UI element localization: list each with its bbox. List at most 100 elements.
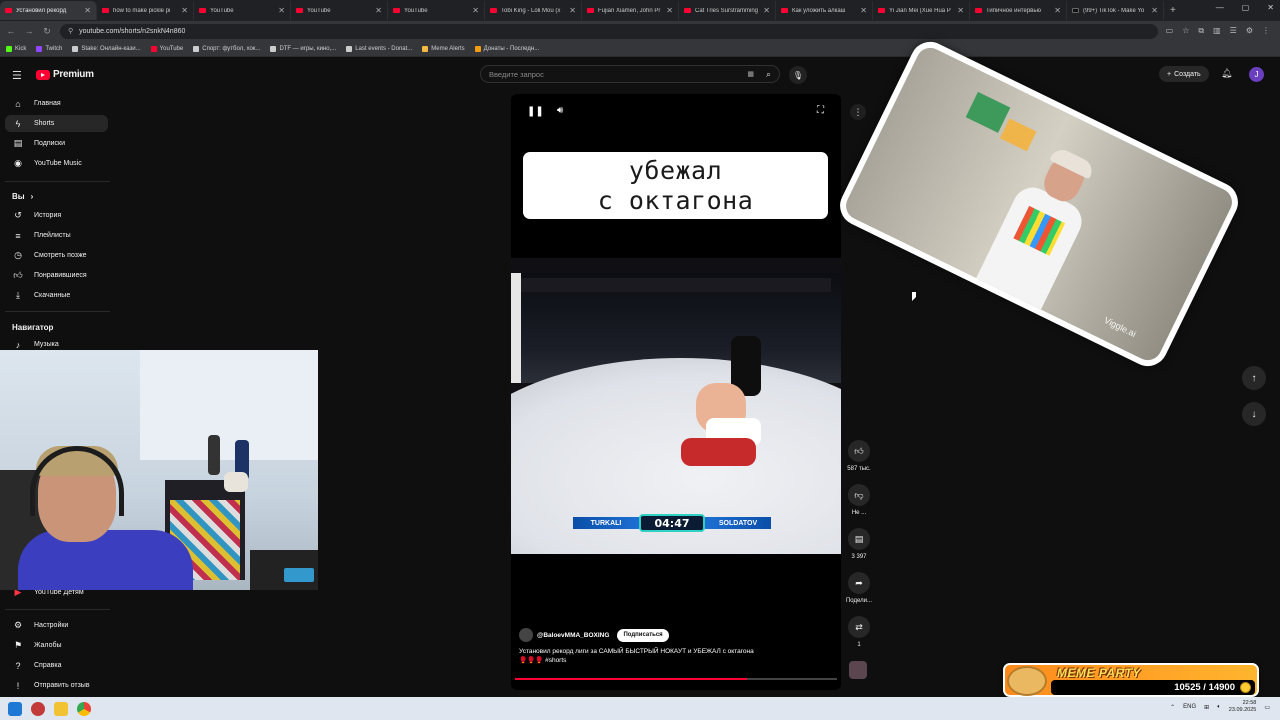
subscribe-button[interactable]: Подписаться <box>617 628 669 642</box>
bookmark-item[interactable]: Meme Alerts <box>422 45 465 52</box>
remix-button[interactable]: ⇄ 1 <box>840 616 878 648</box>
clock[interactable]: 22:58 23.09.2025 <box>1229 700 1257 714</box>
site-info-icon[interactable]: ⚲ <box>68 27 73 35</box>
sidebar-item-subscriptions[interactable]: ▤ Подписки <box>5 135 108 152</box>
extensions-icon[interactable]: ⧉ <box>1198 26 1204 36</box>
sidebar-item-youtube-music[interactable]: ◉ YouTube Music <box>5 155 108 172</box>
voice-search-icon[interactable]: 🎙 <box>789 66 807 84</box>
bookmark-item[interactable]: Спорт: футбол, хок... <box>193 45 260 52</box>
channel-name[interactable]: @BalоevMMA_BOXING <box>537 632 609 639</box>
bookmark-item[interactable]: Stake: Онлайн-кази... <box>72 45 141 52</box>
back-icon[interactable]: ← <box>6 26 16 36</box>
volume-tray-icon[interactable]: 🔈︎ <box>1217 704 1221 711</box>
browser-tab[interactable]: (99+) TikTok - Make Yo ✕ <box>1067 1 1164 20</box>
network-icon[interactable]: ⊞ <box>1204 704 1209 711</box>
shorts-player[interactable]: ❚❚ 🔊︎ ⛶ убежал с октагона TURKALI 04:47 … <box>511 94 841 690</box>
browser-tab[interactable]: Yi Jian Mei (Xue Hua P ✕ <box>873 1 970 20</box>
browser-tab[interactable]: YouTube ✕ <box>388 1 485 20</box>
search-box[interactable]: Введите запрос ▦ ⌕ <box>480 65 780 83</box>
account-avatar[interactable]: J <box>1249 67 1264 82</box>
sidebar-item-feedback[interactable]: ! Отправить отзыв <box>5 677 108 694</box>
sidebar-item-shorts[interactable]: ϟ Shorts <box>5 115 108 132</box>
language-indicator[interactable]: ENG <box>1183 704 1196 710</box>
reload-icon[interactable]: ↻ <box>42 26 52 37</box>
more-options-icon[interactable]: ⋮ <box>850 104 866 120</box>
video-title[interactable]: Установил рекорд лиги за САМЫЙ БЫСТРЫЙ Н… <box>519 647 759 665</box>
tray-chevron-icon[interactable]: ⌃ <box>1170 704 1175 711</box>
search-icon[interactable]: ⌕ <box>766 69 771 80</box>
browser-tab[interactable]: Типичное интервью ✕ <box>970 1 1067 20</box>
create-button[interactable]: + Создать <box>1159 66 1209 82</box>
comments-button[interactable]: ▤ 3 397 <box>840 528 878 560</box>
sidebar-item-settings[interactable]: ⚙ Настройки <box>5 617 108 634</box>
close-window-button[interactable]: ✕ <box>1267 3 1274 12</box>
browser-tab[interactable]: Fujian Xiamen, John Pr ✕ <box>582 1 679 20</box>
close-tab-icon[interactable]: ✕ <box>84 6 91 15</box>
close-tab-icon[interactable]: ✕ <box>860 6 867 15</box>
notification-center-icon[interactable]: ▭ <box>1264 704 1270 711</box>
close-tab-icon[interactable]: ✕ <box>569 6 576 15</box>
you-section-heading[interactable]: Вы › <box>12 192 33 201</box>
sidepanel-icon[interactable]: ▥ <box>1213 26 1221 36</box>
close-tab-icon[interactable]: ✕ <box>181 6 188 15</box>
guide-menu-icon[interactable]: ☰ <box>12 69 22 82</box>
sound-thumbnail[interactable] <box>849 661 867 679</box>
close-tab-icon[interactable]: ✕ <box>763 6 770 15</box>
sidebar-item-help[interactable]: ? Справка <box>5 657 108 674</box>
yandex-browser-icon[interactable] <box>31 701 45 716</box>
like-button[interactable]: 👍︎ 587 тыс. <box>840 440 878 472</box>
close-tab-icon[interactable]: ✕ <box>375 6 382 15</box>
next-short-button[interactable]: ↓ <box>1242 402 1266 426</box>
video-progress-bar[interactable] <box>515 678 837 680</box>
browser-tab[interactable]: YouTube ✕ <box>194 1 291 20</box>
pause-icon[interactable]: ❚❚ <box>527 106 544 117</box>
browser-tab[interactable]: Tobi King - Loli Mou (x ✕ <box>485 1 582 20</box>
chrome-icon[interactable] <box>77 701 91 716</box>
volume-icon[interactable]: 🔊︎ <box>557 105 563 116</box>
close-tab-icon[interactable]: ✕ <box>666 6 673 15</box>
bookmark-item[interactable]: Twitch <box>36 45 62 52</box>
sidebar-item-history[interactable]: ↺ История <box>5 207 108 224</box>
menu-icon[interactable]: ⋮ <box>1262 26 1270 36</box>
forward-icon[interactable]: → <box>24 26 34 36</box>
browser-tab[interactable]: Установил рекорд ✕ <box>0 1 97 20</box>
browser-tab[interactable]: how to make pickle pi ✕ <box>97 1 194 20</box>
sidebar-item-downloads[interactable]: ⤓ Скачанные <box>5 287 108 304</box>
bookmark-item[interactable]: YouTube <box>150 45 183 52</box>
close-tab-icon[interactable]: ✕ <box>1054 6 1061 15</box>
fullscreen-icon[interactable]: ⛶ <box>817 105 824 116</box>
browser-tab[interactable]: YouTube ✕ <box>291 1 388 20</box>
sidebar-item-watch-later[interactable]: ◷ Смотреть позже <box>5 247 108 264</box>
bookmark-star-icon[interactable]: ☆ <box>1182 26 1189 36</box>
bookmark-item[interactable]: DTF — игры, кино,... <box>270 45 336 52</box>
close-tab-icon[interactable]: ✕ <box>278 6 285 15</box>
maximize-button[interactable]: ▢ <box>1242 3 1250 12</box>
close-tab-icon[interactable]: ✕ <box>957 6 964 15</box>
youtube-logo[interactable]: Premium <box>36 69 94 80</box>
file-explorer-icon[interactable] <box>54 701 68 716</box>
sidebar-item-playlists[interactable]: ≡ Плейлисты <box>5 227 108 244</box>
start-button[interactable] <box>8 701 22 716</box>
previous-short-button[interactable]: ↑ <box>1242 366 1266 390</box>
new-tab-button[interactable]: + <box>1170 5 1176 16</box>
dislike-button[interactable]: 👎︎ Не ... <box>840 484 878 516</box>
browser-tab[interactable]: Cat Tries Sursträmming ✕ <box>679 1 776 20</box>
url-field[interactable]: ⚲ youtube.com/shorts/n2snkN4n860 <box>60 23 1158 39</box>
channel-avatar[interactable] <box>519 628 533 642</box>
sidebar-item-liked[interactable]: 👍︎ Понравившиеся <box>5 267 108 284</box>
bookmark-item[interactable]: Kick <box>6 45 26 52</box>
settings-icon[interactable]: ⚙ <box>1246 26 1253 36</box>
close-tab-icon[interactable]: ✕ <box>1151 6 1158 15</box>
close-tab-icon[interactable]: ✕ <box>472 6 479 15</box>
profile-icon[interactable]: ☰ <box>1230 26 1237 36</box>
sidebar-item-reports[interactable]: ⚑ Жалобы <box>5 637 108 654</box>
keyboard-icon[interactable]: ▦ <box>747 70 754 78</box>
sidebar-item-home[interactable]: ⌂ Главная <box>5 95 108 112</box>
browser-tab[interactable]: Как уложить алкаш ✕ <box>776 1 873 20</box>
bookmark-item[interactable]: Last events - Donat... <box>346 45 412 52</box>
cast-icon[interactable]: ▭ <box>1166 26 1174 36</box>
minimize-button[interactable]: — <box>1216 3 1224 12</box>
bookmark-item[interactable]: Донаты - Последн... <box>474 45 539 52</box>
notifications-icon[interactable]: 🔔︎ <box>1221 68 1232 79</box>
share-button[interactable]: ➦ Подели... <box>840 572 878 604</box>
